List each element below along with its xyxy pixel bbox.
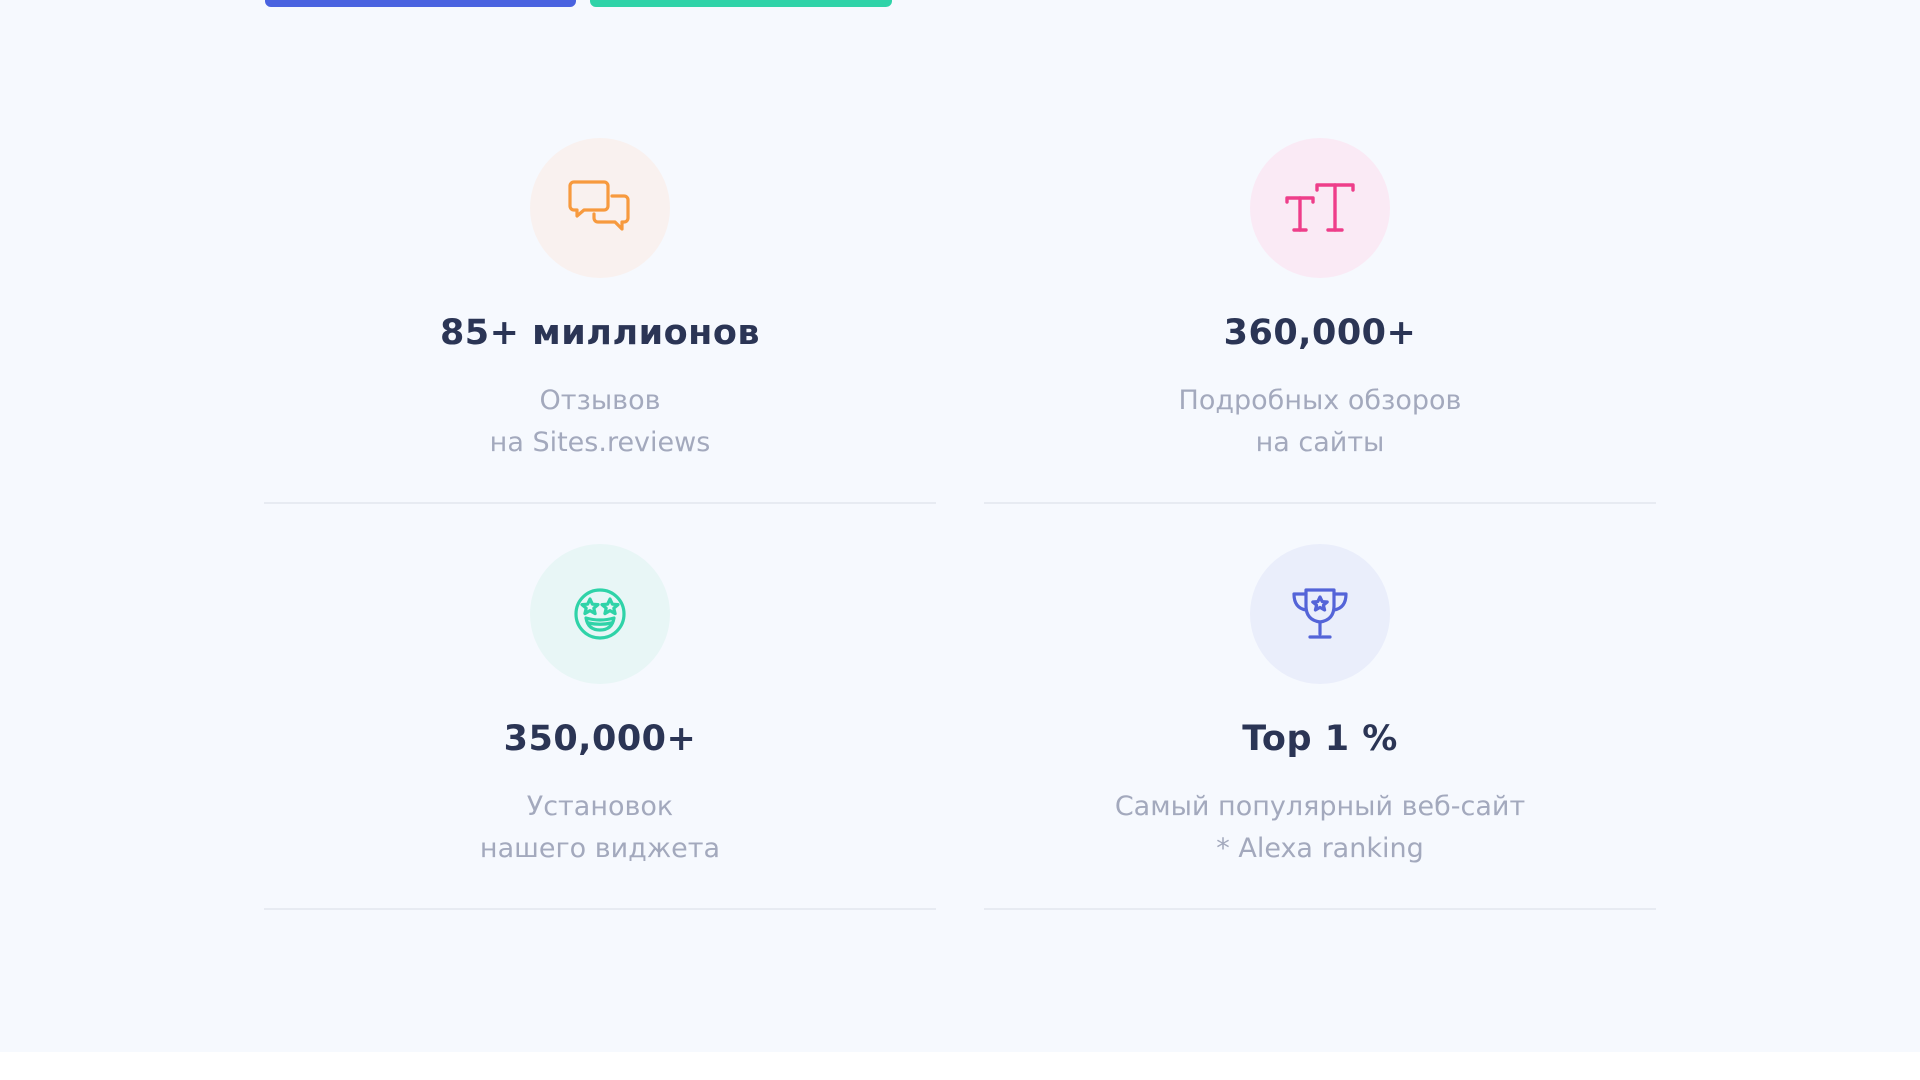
stat-card-reviews: 85+ миллионов Отзывов на Sites.reviews xyxy=(264,98,936,504)
stat-description-line-2: на сайты xyxy=(1255,427,1385,458)
stat-description-line-1: Подробных обзоров xyxy=(1178,385,1462,416)
stat-description-line-1: Отзывов xyxy=(539,385,661,416)
stats-section: 85+ миллионов Отзывов на Sites.reviews 3… xyxy=(0,0,1920,1052)
stat-description-line-1: Установок xyxy=(526,791,674,822)
icon-circle xyxy=(1250,138,1390,278)
stat-value: Top 1 % xyxy=(1242,719,1398,759)
stat-description-line-1: Самый популярный веб-сайт xyxy=(1114,791,1526,822)
stat-description: Отзывов на Sites.reviews xyxy=(264,380,936,464)
chat-bubbles-icon xyxy=(568,180,630,231)
icon-circle xyxy=(530,544,670,684)
stat-value: 350,000+ xyxy=(503,719,697,759)
text-size-icon xyxy=(1285,183,1355,232)
stat-description: Самый популярный веб-сайт * Alexa rankin… xyxy=(984,786,1656,870)
stat-description-line-2: на Sites.reviews xyxy=(489,427,711,458)
icon-circle xyxy=(530,138,670,278)
stat-description-line-2: нашего виджета xyxy=(479,833,721,864)
stat-card-widget-installs: 350,000+ Установок нашего виджета xyxy=(264,504,936,910)
icon-circle xyxy=(1250,544,1390,684)
stat-card-ranking: Top 1 % Самый популярный веб-сайт * Alex… xyxy=(984,504,1656,910)
stat-value: 360,000+ xyxy=(1223,313,1417,353)
stat-value: 85+ миллионов xyxy=(439,313,761,353)
primary-button[interactable] xyxy=(265,0,576,7)
stat-description: Подробных обзоров на сайты xyxy=(984,380,1656,464)
stat-description: Установок нашего виджета xyxy=(264,786,936,870)
secondary-button[interactable] xyxy=(590,0,892,7)
stat-card-detailed-reviews: 360,000+ Подробных обзоров на сайты xyxy=(984,98,1656,504)
trophy-icon xyxy=(1292,588,1348,639)
star-eyes-smiley-icon xyxy=(574,588,626,640)
stat-description-line-2: * Alexa ranking xyxy=(1216,833,1424,864)
